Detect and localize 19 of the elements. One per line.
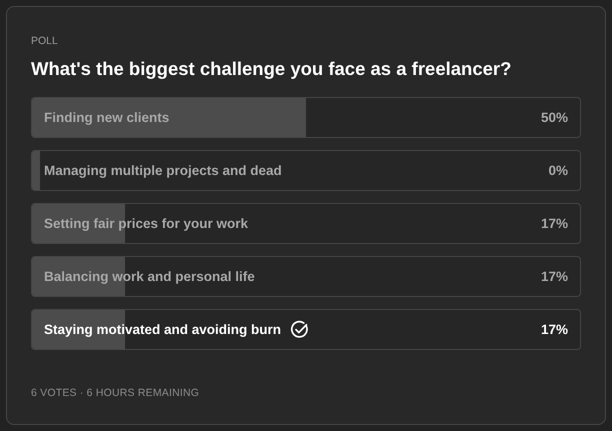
option-label: Staying motivated and avoiding burn — [44, 322, 282, 337]
poll-footer: 6 VOTES · 6 HOURS REMAINING — [31, 387, 581, 399]
percent-label: 17% — [540, 269, 568, 284]
option-label: Balancing work and personal life — [44, 269, 255, 284]
option-label: Finding new clients — [44, 110, 170, 125]
poll-option[interactable]: Staying motivated and avoiding burn 17% — [31, 309, 581, 350]
option-label: Managing multiple projects and dead — [44, 163, 282, 178]
poll-option[interactable]: Balancing work and personal life 17% — [31, 256, 581, 297]
poll-option[interactable]: Finding new clients 50% — [31, 97, 581, 138]
percent-label: 0% — [548, 163, 568, 178]
percent-label: 50% — [540, 110, 568, 125]
poll-option[interactable]: Setting fair prices for your work 17% — [31, 203, 581, 244]
poll-option[interactable]: Managing multiple projects and dead 0% — [31, 150, 581, 191]
option-label: Setting fair prices for your work — [44, 216, 248, 231]
poll-question: What's the biggest challenge you face as a freelancer? — [31, 58, 512, 80]
percent-label: 17% — [540, 216, 568, 231]
check-circle-icon — [290, 320, 310, 339]
percent-label: 17% — [540, 322, 568, 337]
poll-label: POLL — [31, 35, 59, 49]
